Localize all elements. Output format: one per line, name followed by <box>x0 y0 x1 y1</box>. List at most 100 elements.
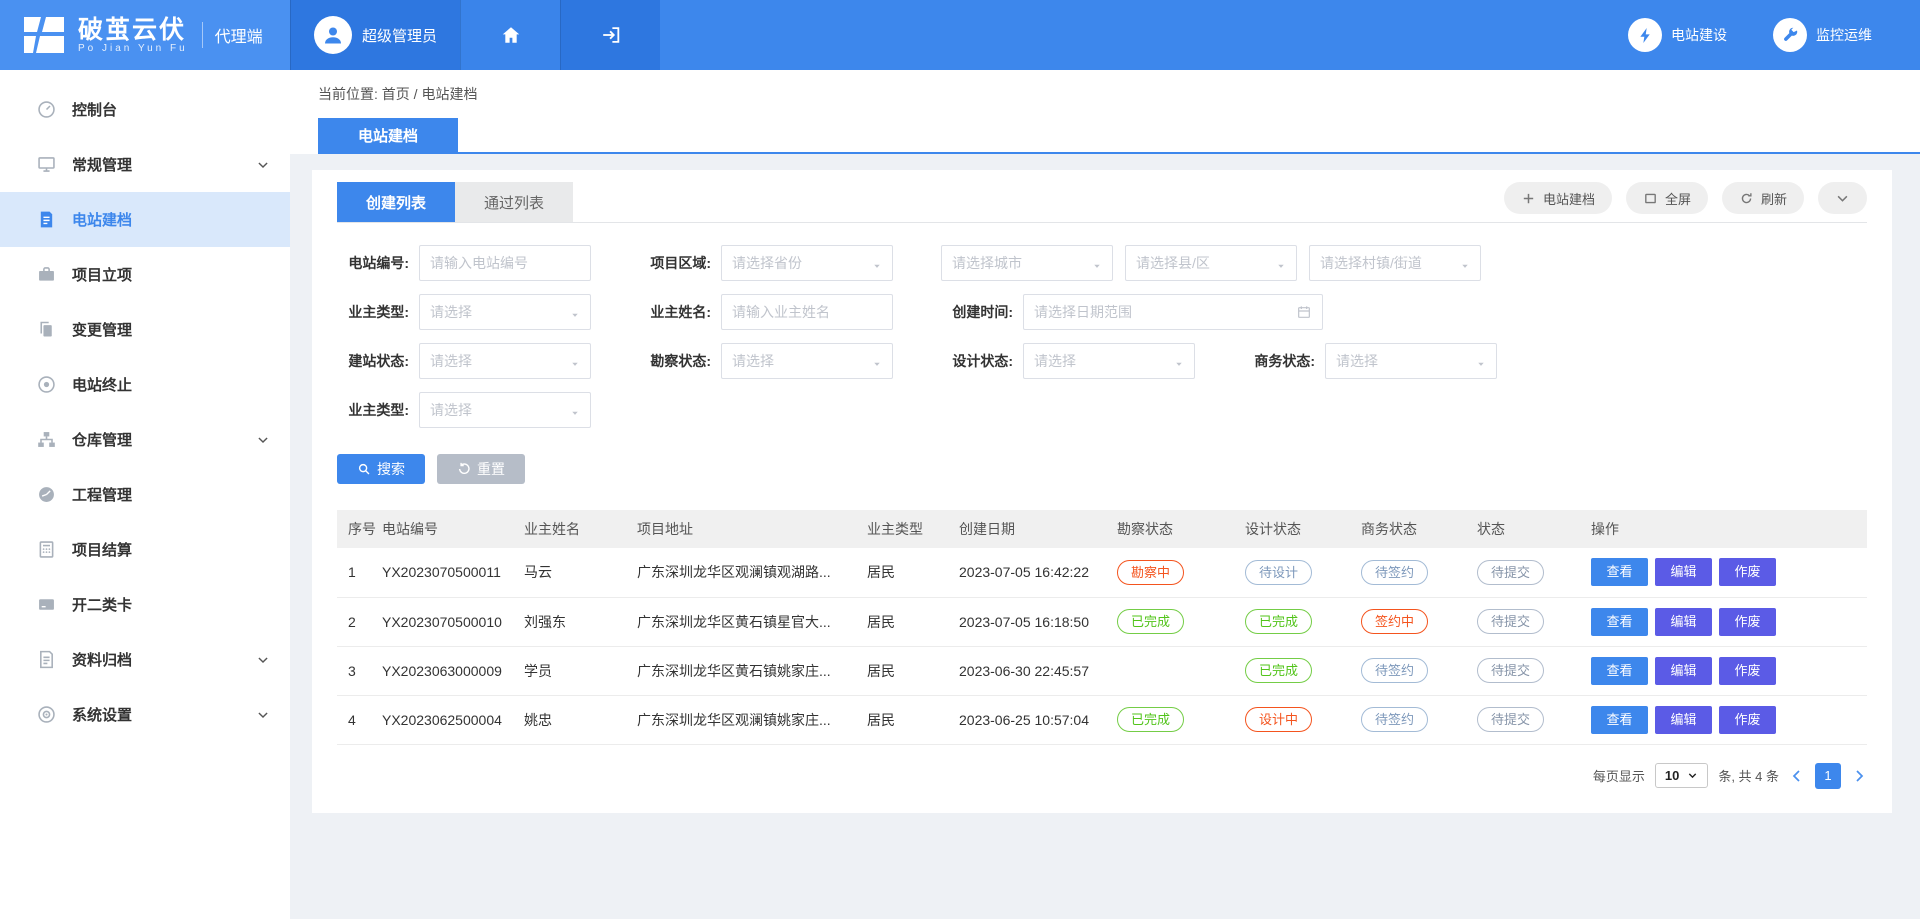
header-nav-监控运维[interactable]: 监控运维 <box>1773 18 1872 52</box>
sidebar-item-开二类卡[interactable]: 开二类卡 <box>0 577 290 632</box>
cell-status: 待提交 <box>1477 597 1591 646</box>
sidebar-item-常规管理[interactable]: 常规管理 <box>0 137 290 192</box>
page-tab[interactable]: 电站建档 <box>318 118 458 152</box>
business-status-select[interactable]: 请选择 <box>1325 343 1497 379</box>
dashboard-icon <box>36 484 57 505</box>
caret-down-icon <box>1092 258 1102 268</box>
sidebar-item-项目结算[interactable]: 项目结算 <box>0 522 290 577</box>
sidebar-item-系统设置[interactable]: 系统设置 <box>0 687 290 742</box>
row-action-作废[interactable]: 作废 <box>1719 657 1776 685</box>
sidebar-item-控制台[interactable]: 控制台 <box>0 82 290 137</box>
sidebar-item-仓库管理[interactable]: 仓库管理 <box>0 412 290 467</box>
cell-design-status: 已完成 <box>1245 646 1361 695</box>
cell-design-status: 待设计 <box>1245 548 1361 597</box>
list-tab-通过列表[interactable]: 通过列表 <box>455 182 573 222</box>
reset-button[interactable]: 重置 <box>437 454 525 484</box>
list-tabs: 创建列表通过列表 <box>337 182 573 222</box>
column-header-商务状态: 商务状态 <box>1361 510 1477 548</box>
copy-icon <box>36 319 57 340</box>
row-action-编辑[interactable]: 编辑 <box>1655 657 1712 685</box>
home-button[interactable] <box>460 0 560 70</box>
sitemap-icon <box>36 429 57 450</box>
column-header-操作: 操作 <box>1591 510 1867 548</box>
refresh-icon <box>1739 191 1754 206</box>
cell-business-status: 签约中 <box>1361 597 1477 646</box>
row-action-作废[interactable]: 作废 <box>1719 608 1776 636</box>
sidebar-item-工程管理[interactable]: 工程管理 <box>0 467 290 522</box>
next-page-button[interactable] <box>1851 768 1867 784</box>
header-nav-电站建设[interactable]: 电站建设 <box>1628 18 1727 52</box>
row-action-作废[interactable]: 作废 <box>1719 558 1776 586</box>
settings-icon <box>36 704 57 725</box>
station-no-input[interactable]: 请输入电站编号 <box>419 245 591 281</box>
sidebar-item-变更管理[interactable]: 变更管理 <box>0 302 290 357</box>
cell-created: 2023-07-05 16:42:22 <box>959 548 1117 597</box>
design-status-select[interactable]: 请选择 <box>1023 343 1195 379</box>
row-action-查看[interactable]: 查看 <box>1591 657 1648 685</box>
filter-item-village: 请选择村镇/街道 <box>1309 245 1481 281</box>
row-action-编辑[interactable]: 编辑 <box>1655 608 1712 636</box>
fullscreen-icon <box>1643 191 1658 206</box>
search-button[interactable]: 搜索 <box>337 454 425 484</box>
user-menu[interactable]: 超级管理员 <box>290 0 460 70</box>
toolbar-button-全屏[interactable]: 全屏 <box>1626 182 1708 214</box>
row-action-查看[interactable]: 查看 <box>1591 558 1648 586</box>
filter-actions: 搜索 重置 <box>337 454 1867 484</box>
app-root: 破茧云伏 Po Jian Yun Fu 代理端 超级管理员 电站建设监控运维 控… <box>0 0 1920 919</box>
row-action-编辑[interactable]: 编辑 <box>1655 706 1712 734</box>
sidebar-item-项目立项[interactable]: 项目立项 <box>0 247 290 302</box>
document-icon <box>36 209 57 230</box>
sidebar-item-电站建档[interactable]: 电站建档 <box>0 192 290 247</box>
city-select[interactable]: 请选择城市 <box>941 245 1113 281</box>
page-number-current[interactable]: 1 <box>1815 763 1841 789</box>
sidebar-item-电站终止[interactable]: 电站终止 <box>0 357 290 412</box>
filter-item-province: 项目区域:请选择省份 <box>639 245 893 281</box>
province-select[interactable]: 请选择省份 <box>721 245 893 281</box>
toolbar-button-电站建档[interactable]: 电站建档 <box>1504 182 1612 214</box>
column-header-设计状态: 设计状态 <box>1245 510 1361 548</box>
build-status-select[interactable]: 请选择 <box>419 343 591 379</box>
caret-down-icon <box>872 356 882 366</box>
cell-station-no: YX2023062500004 <box>382 695 524 744</box>
calculator-icon <box>36 539 57 560</box>
survey-status-select[interactable]: 请选择 <box>721 343 893 379</box>
row-action-编辑[interactable]: 编辑 <box>1655 558 1712 586</box>
owner-name-input[interactable]: 请输入业主姓名 <box>721 294 893 330</box>
header-right-nav: 电站建设 监控运维 <box>1628 0 1920 70</box>
owner-type-2-select[interactable]: 请选择 <box>419 392 591 428</box>
cell-design-status: 设计中 <box>1245 695 1361 744</box>
toolbar-button-刷新[interactable]: 刷新 <box>1722 182 1804 214</box>
status-badge: 已完成 <box>1245 609 1312 634</box>
logout-button[interactable] <box>560 0 660 70</box>
logo-text: 破茧云伏 Po Jian Yun Fu <box>78 17 188 54</box>
cell-owner-type: 居民 <box>867 646 959 695</box>
village-select[interactable]: 请选择村镇/街道 <box>1309 245 1481 281</box>
sidebar-item-label: 控制台 <box>72 99 117 120</box>
filter-item-district: 请选择县/区 <box>1125 245 1297 281</box>
filter-label: 业主姓名: <box>639 302 711 322</box>
toolbar-more-button[interactable] <box>1818 182 1867 214</box>
caret-down-icon <box>570 405 580 415</box>
cell-business-status: 待签约 <box>1361 646 1477 695</box>
row-action-查看[interactable]: 查看 <box>1591 608 1648 636</box>
row-action-作废[interactable]: 作废 <box>1719 706 1776 734</box>
owner-type-select[interactable]: 请选择 <box>419 294 591 330</box>
gauge-icon <box>36 99 57 120</box>
breadcrumb-home[interactable]: 首页 <box>382 86 410 102</box>
filter-label: 建站状态: <box>337 351 409 371</box>
sidebar-item-资料归档[interactable]: 资料归档 <box>0 632 290 687</box>
list-tab-创建列表[interactable]: 创建列表 <box>337 182 455 222</box>
panel-head: 创建列表通过列表 电站建档全屏刷新 <box>337 182 1867 223</box>
district-select[interactable]: 请选择县/区 <box>1125 245 1297 281</box>
main-content: 当前位置: 首页 / 电站建档 电站建档 创建列表通过列表 电站建档全屏刷新 电… <box>290 70 1920 919</box>
chevron-down-icon <box>1835 191 1850 206</box>
filter-item-create-time: 创建时间:请选择日期范围 <box>941 294 1323 330</box>
prev-page-button[interactable] <box>1789 768 1805 784</box>
caret-down-icon <box>570 307 580 317</box>
row-action-查看[interactable]: 查看 <box>1591 706 1648 734</box>
page-size-select[interactable]: 10 <box>1655 763 1708 788</box>
caret-down-icon <box>570 356 580 366</box>
cell-index: 3 <box>337 646 382 695</box>
create-time-input[interactable]: 请选择日期范围 <box>1023 294 1323 330</box>
filter-item-design-status: 设计状态:请选择 <box>941 343 1195 379</box>
